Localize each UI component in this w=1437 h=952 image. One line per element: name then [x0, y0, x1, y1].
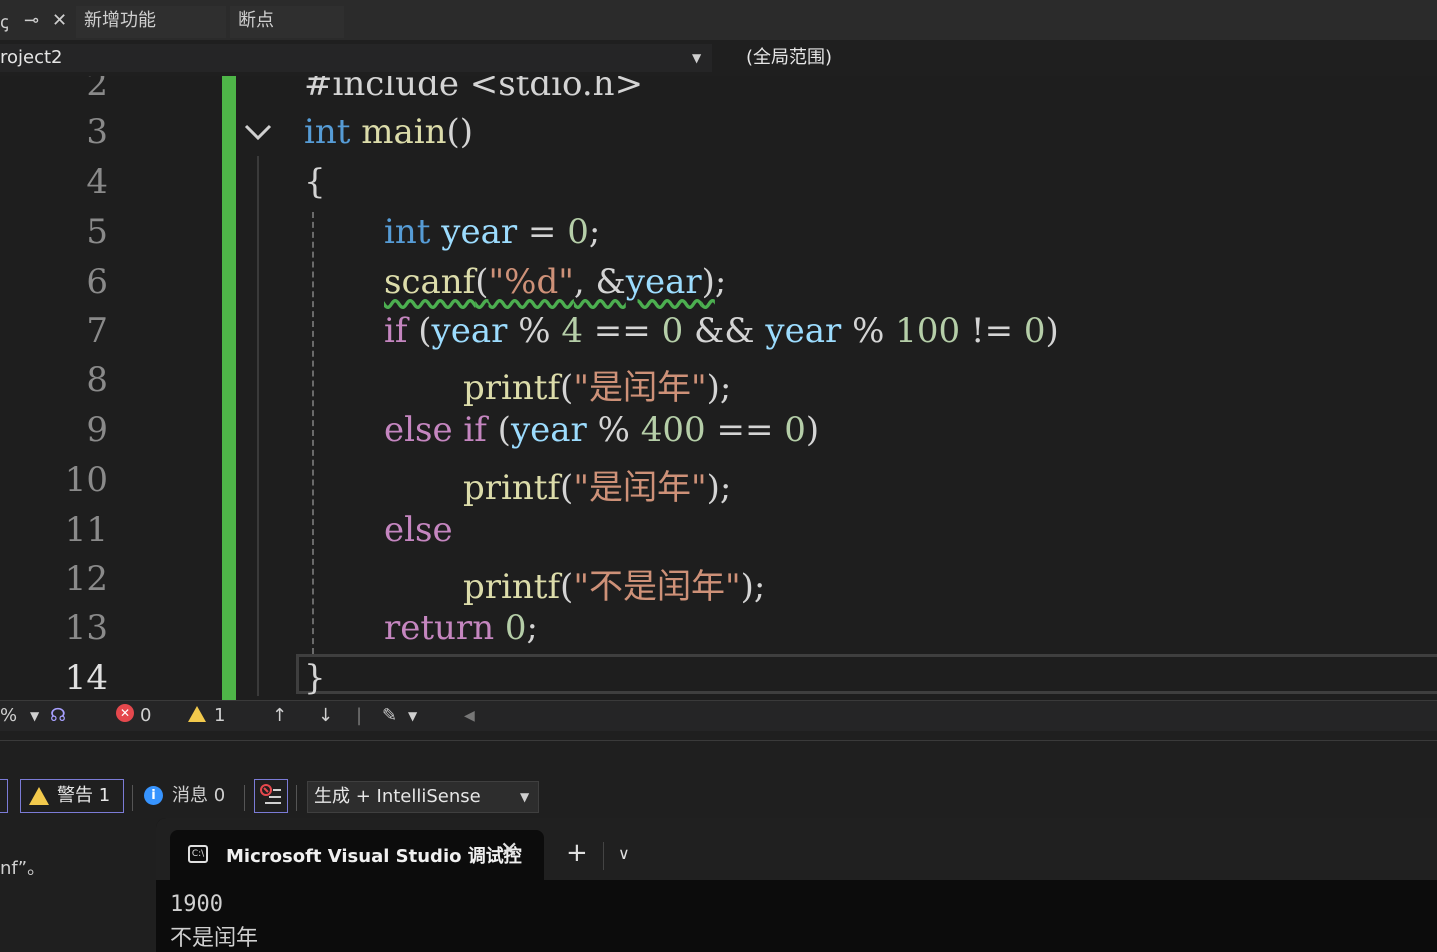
- warnings-filter-button[interactable]: 警告 1: [20, 779, 124, 813]
- console-output-line: 不是闰年: [170, 926, 259, 951]
- chevron-down-icon[interactable]: ∨: [618, 844, 630, 863]
- chevron-down-icon[interactable]: ▼: [520, 782, 529, 812]
- window-menu-icon[interactable]: ꞔ: [0, 10, 9, 34]
- code-line-14: }: [304, 658, 326, 698]
- error-icon: ✕: [116, 704, 134, 722]
- line-number: 6: [86, 262, 108, 302]
- code-line-8: printf("是闰年");: [463, 368, 732, 408]
- close-icon[interactable]: ✕: [52, 10, 67, 31]
- code-line-3: int main(): [304, 112, 474, 152]
- zoom-level[interactable]: %: [0, 704, 17, 728]
- line-number: 8: [86, 360, 108, 400]
- code-line-4: {: [304, 162, 326, 202]
- document-tab-strip: ꞔ ⊸ ✕ 新增功能 断点: [0, 0, 1437, 40]
- errors-filter-button[interactable]: [0, 779, 8, 813]
- code-cleanup-icon[interactable]: ✎: [382, 704, 397, 728]
- navigation-bar: roject2 ▼ (全局范围): [0, 40, 1437, 77]
- scroll-left-icon[interactable]: ◀: [464, 704, 475, 728]
- divider: [244, 785, 245, 811]
- code-editor[interactable]: 2 3 4 5 6 7 8 9 10 11 12 13 14 #include …: [0, 76, 1437, 700]
- project-dropdown[interactable]: roject2: [0, 44, 712, 72]
- line-number: 7: [86, 311, 108, 351]
- divider: [603, 842, 604, 870]
- code-line-10: printf("是闰年");: [463, 468, 732, 508]
- zoom-chevron-down-icon[interactable]: ▼: [30, 704, 39, 728]
- error-count[interactable]: 0: [140, 704, 151, 728]
- outline-line: [257, 156, 259, 696]
- console-icon: C:\: [188, 845, 208, 863]
- code-line-2: #include <stdio.h>: [304, 76, 644, 104]
- line-number: 4: [86, 162, 108, 202]
- info-icon: i: [144, 786, 163, 805]
- line-number: 11: [64, 510, 108, 550]
- line-number-current: 14: [64, 658, 108, 698]
- filter-toggle-button[interactable]: [254, 779, 288, 813]
- line-number: 2: [86, 76, 108, 104]
- messages-filter-button[interactable]: 消息 0: [172, 783, 225, 809]
- filter-list-icon: [260, 784, 281, 804]
- code-line-13: return 0;: [384, 608, 539, 648]
- current-line-highlight: [296, 654, 1437, 694]
- code-line-7: if (year % 4 == 0 && year % 100 != 0): [384, 311, 1059, 351]
- code-line-11: else: [384, 510, 453, 550]
- code-line-5: int year = 0;: [384, 212, 601, 252]
- intellicode-icon[interactable]: ☊: [50, 704, 66, 728]
- divider: [296, 785, 297, 811]
- line-number: 3: [86, 112, 108, 152]
- pin-icon[interactable]: ⊸: [24, 10, 39, 31]
- divider: [0, 740, 1437, 741]
- new-tab-button[interactable]: +: [566, 838, 588, 868]
- build-source-dropdown[interactable]: 生成 + IntelliSense: [307, 781, 539, 813]
- tab-whats-new[interactable]: 新增功能: [76, 6, 226, 38]
- indent-guide: [312, 212, 314, 654]
- divider: |: [356, 705, 363, 726]
- change-tracking-bar: [222, 76, 236, 700]
- code-line-6: scanf("%d", &year);: [384, 262, 727, 302]
- cleanup-chevron-down-icon[interactable]: ▼: [408, 704, 417, 728]
- warnings-label: 警告 1: [57, 785, 111, 806]
- chevron-down-icon[interactable]: ▼: [692, 44, 701, 72]
- warning-icon: [29, 787, 49, 805]
- next-issue-icon[interactable]: ↓: [318, 704, 333, 728]
- terminal-tab[interactable]: C:\ Microsoft Visual Studio 调试控 ✕: [170, 830, 544, 880]
- line-number: 13: [64, 608, 108, 648]
- collapse-chevron-icon[interactable]: [242, 118, 274, 148]
- close-tab-icon[interactable]: ✕: [500, 838, 518, 863]
- terminal-tab-title: Microsoft Visual Studio 调试控: [226, 846, 522, 867]
- scope-dropdown[interactable]: (全局范围): [746, 44, 832, 72]
- divider: [132, 785, 133, 811]
- tab-breakpoints[interactable]: 断点: [230, 6, 344, 38]
- warning-count[interactable]: 1: [214, 704, 225, 728]
- warning-icon: [188, 706, 206, 722]
- line-number: 5: [86, 212, 108, 252]
- line-number: 9: [86, 410, 108, 450]
- line-number: 10: [64, 460, 108, 500]
- editor-status-bar: % ▼ ☊ 0 1 ↑ ↓ | ✎ ▼ ◀: [0, 700, 1437, 731]
- previous-issue-icon[interactable]: ↑: [272, 704, 287, 728]
- console-output-line: 1900: [170, 892, 223, 917]
- code-line-12: printf("不是闰年");: [463, 567, 766, 607]
- code-line-9: else if (year % 400 == 0): [384, 410, 820, 450]
- error-row-description[interactable]: nf”。: [0, 854, 45, 880]
- line-number: 12: [64, 559, 108, 599]
- debug-console-window[interactable]: C:\ Microsoft Visual Studio 调试控 ✕ + ∨ 19…: [156, 818, 1437, 952]
